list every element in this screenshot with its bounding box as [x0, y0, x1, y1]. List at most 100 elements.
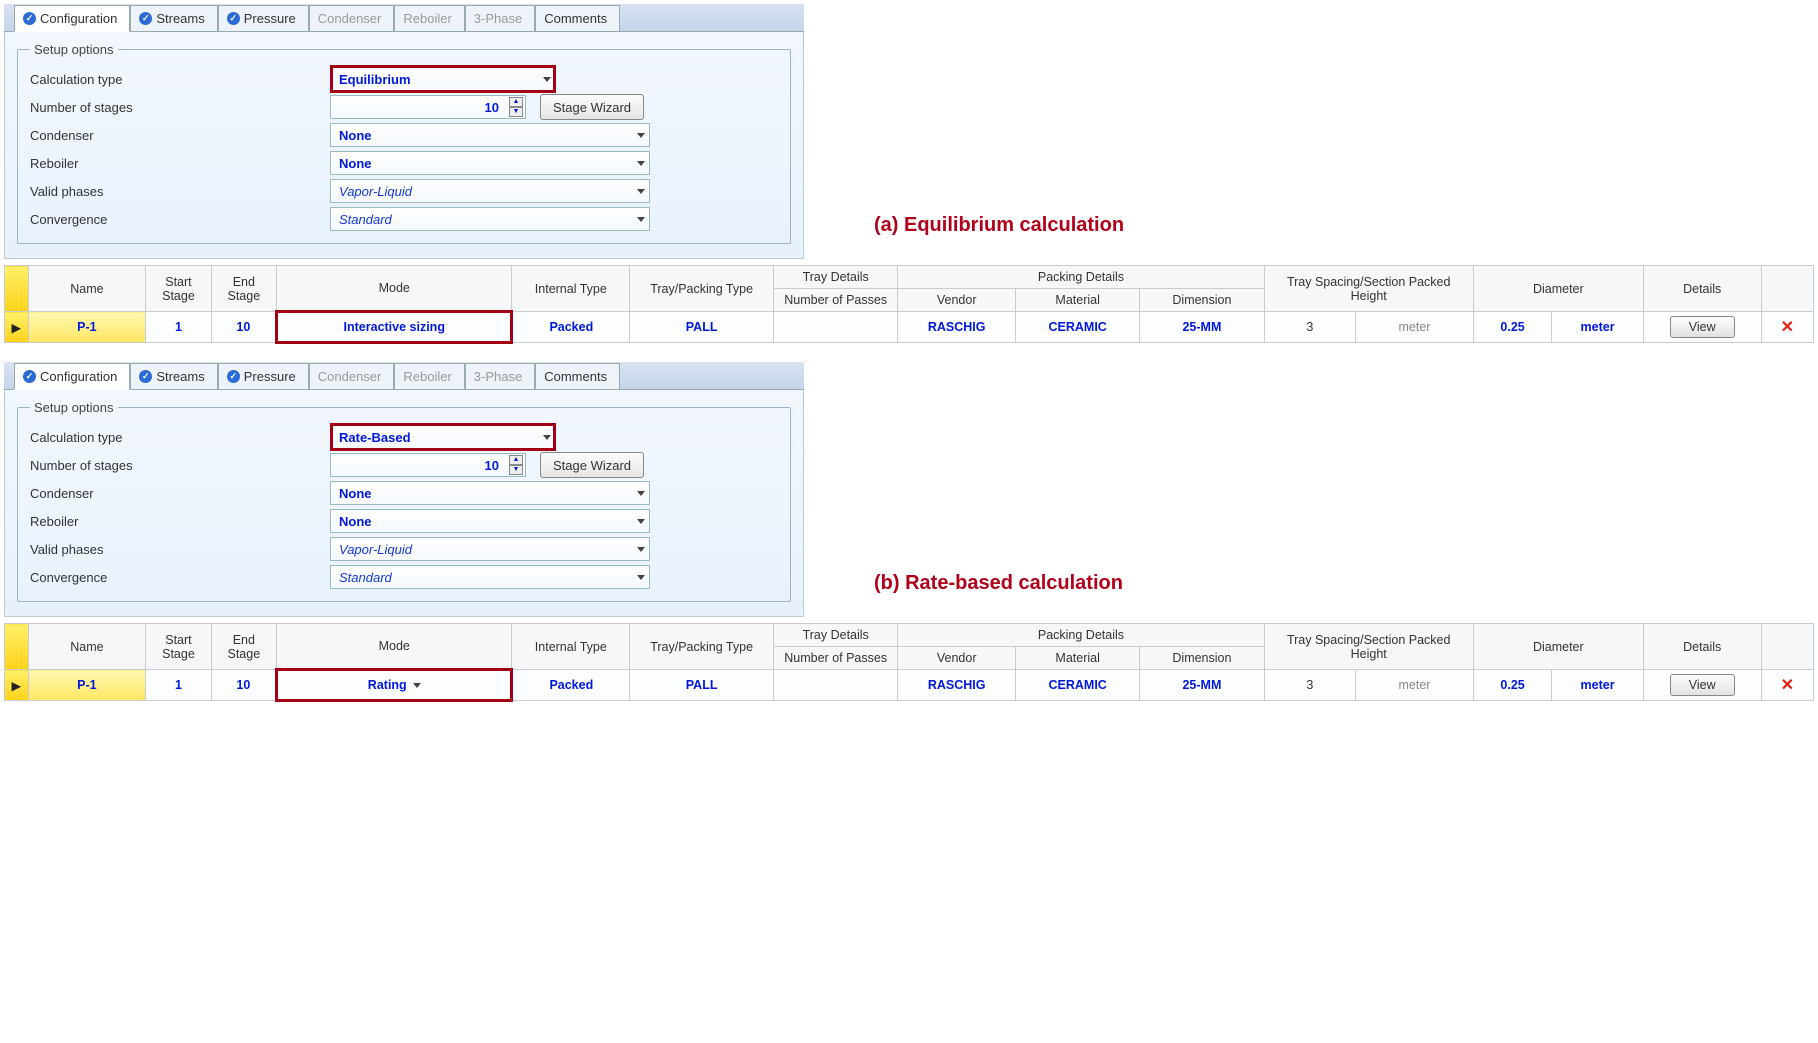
col-delete	[1761, 624, 1813, 670]
tab-configuration[interactable]: ✓Configuration	[14, 363, 130, 390]
col-dimension: Dimension	[1140, 647, 1264, 670]
condenser-dropdown[interactable]: None	[330, 123, 650, 147]
cell-view: View	[1643, 670, 1761, 701]
cell-name[interactable]: P-1	[28, 312, 146, 343]
cell-spacing-unit[interactable]: meter	[1356, 670, 1474, 701]
table-row[interactable]: ▶ P-1 1 10 Interactive sizing Packed PAL…	[5, 312, 1814, 343]
delete-icon[interactable]: ✕	[1781, 319, 1794, 336]
col-spacing: Tray Spacing/Section Packed Height	[1264, 624, 1473, 670]
condenser-label: Condenser	[30, 486, 330, 501]
num-stages-spinner[interactable]: 10 ▲▼	[330, 453, 526, 477]
chevron-down-icon	[637, 519, 645, 524]
row-marker[interactable]: ▶	[5, 670, 29, 701]
chevron-down-icon	[543, 435, 551, 440]
setup-options-group: Setup options Calculation type Equilibri…	[17, 42, 791, 244]
col-end: End Stage	[211, 624, 276, 670]
cell-passes[interactable]	[774, 312, 898, 343]
config-panel: Setup options Calculation type Rate-Base…	[4, 390, 804, 617]
cell-delete: ✕	[1761, 670, 1813, 701]
col-delete	[1761, 266, 1813, 312]
cell-diameter-unit[interactable]: meter	[1552, 312, 1644, 343]
calc-type-dropdown[interactable]: Equilibrium	[330, 65, 556, 93]
cell-material[interactable]: CERAMIC	[1016, 312, 1140, 343]
cell-diameter[interactable]: 0.25	[1473, 312, 1551, 343]
spin-down-icon[interactable]: ▼	[509, 465, 523, 475]
cell-vendor[interactable]: RASCHIG	[898, 312, 1016, 343]
cell-spacing[interactable]: 3	[1264, 312, 1356, 343]
num-stages-label: Number of stages	[30, 458, 330, 473]
internals-grid: Name Start Stage End Stage Mode Internal…	[4, 265, 1814, 344]
chevron-down-icon	[637, 547, 645, 552]
spin-down-icon[interactable]: ▼	[509, 107, 523, 117]
col-dimension: Dimension	[1140, 289, 1264, 312]
tab-condenser: Condenser	[309, 5, 395, 31]
cell-end[interactable]: 10	[211, 670, 276, 701]
cell-material[interactable]: CERAMIC	[1016, 670, 1140, 701]
col-name: Name	[28, 624, 146, 670]
row-marker[interactable]: ▶	[5, 312, 29, 343]
cell-mode[interactable]: Interactive sizing	[277, 312, 512, 343]
tab-reboiler: Reboiler	[394, 363, 464, 389]
tab-comments[interactable]: Comments	[535, 5, 620, 31]
valid-phases-dropdown[interactable]: Vapor-Liquid	[330, 537, 650, 561]
col-mode: Mode	[277, 624, 512, 670]
tab-strip: ✓Configuration ✓Streams ✓Pressure Conden…	[4, 362, 804, 390]
cell-dimension[interactable]: 25-MM	[1140, 312, 1264, 343]
tab-configuration[interactable]: ✓Configuration	[14, 5, 130, 32]
tab-streams[interactable]: ✓Streams	[130, 363, 217, 389]
col-vendor: Vendor	[898, 289, 1016, 312]
col-mode: Mode	[277, 266, 512, 312]
setup-options-group: Setup options Calculation type Rate-Base…	[17, 400, 791, 602]
cell-vendor[interactable]: RASCHIG	[898, 670, 1016, 701]
spin-up-icon[interactable]: ▲	[509, 455, 523, 465]
col-end: End Stage	[211, 266, 276, 312]
condenser-dropdown[interactable]: None	[330, 481, 650, 505]
cell-end[interactable]: 10	[211, 312, 276, 343]
reboiler-dropdown[interactable]: None	[330, 509, 650, 533]
col-tptype: Tray/Packing Type	[630, 624, 774, 670]
tab-streams[interactable]: ✓Streams	[130, 5, 217, 31]
table-row[interactable]: ▶ P-1 1 10 Rating Packed PALL RASCHIG CE…	[5, 670, 1814, 701]
cell-tptype[interactable]: PALL	[630, 670, 774, 701]
cell-diameter[interactable]: 0.25	[1473, 670, 1551, 701]
col-itype: Internal Type	[512, 624, 630, 670]
cell-dimension[interactable]: 25-MM	[1140, 670, 1264, 701]
condenser-label: Condenser	[30, 128, 330, 143]
cell-spacing-unit[interactable]: meter	[1356, 312, 1474, 343]
cell-name[interactable]: P-1	[28, 670, 146, 701]
view-button[interactable]: View	[1670, 316, 1735, 338]
cell-itype[interactable]: Packed	[512, 670, 630, 701]
delete-icon[interactable]: ✕	[1781, 677, 1794, 694]
tab-pressure[interactable]: ✓Pressure	[218, 363, 309, 389]
chevron-down-icon	[637, 133, 645, 138]
valid-phases-dropdown[interactable]: Vapor-Liquid	[330, 179, 650, 203]
stage-wizard-button[interactable]: Stage Wizard	[540, 94, 644, 120]
convergence-label: Convergence	[30, 570, 330, 585]
cell-delete: ✕	[1761, 312, 1813, 343]
cell-itype[interactable]: Packed	[512, 312, 630, 343]
cell-diameter-unit[interactable]: meter	[1552, 670, 1644, 701]
tab-comments[interactable]: Comments	[535, 363, 620, 389]
cell-mode[interactable]: Rating	[277, 670, 512, 701]
section-ratebased: (b) Rate-based calculation ✓Configuratio…	[4, 362, 1814, 702]
col-name: Name	[28, 266, 146, 312]
group-legend: Setup options	[30, 400, 118, 415]
col-tptype: Tray/Packing Type	[630, 266, 774, 312]
cell-tptype[interactable]: PALL	[630, 312, 774, 343]
reboiler-dropdown[interactable]: None	[330, 151, 650, 175]
spin-up-icon[interactable]: ▲	[509, 97, 523, 107]
cell-passes[interactable]	[774, 670, 898, 701]
cell-start[interactable]: 1	[146, 312, 211, 343]
check-icon: ✓	[227, 370, 240, 383]
row-marker-header	[5, 266, 29, 312]
calc-type-dropdown[interactable]: Rate-Based	[330, 423, 556, 451]
cell-start[interactable]: 1	[146, 670, 211, 701]
stage-wizard-button[interactable]: Stage Wizard	[540, 452, 644, 478]
tab-pressure[interactable]: ✓Pressure	[218, 5, 309, 31]
check-icon: ✓	[139, 370, 152, 383]
cell-spacing[interactable]: 3	[1264, 670, 1356, 701]
view-button[interactable]: View	[1670, 674, 1735, 696]
convergence-dropdown[interactable]: Standard	[330, 207, 650, 231]
num-stages-spinner[interactable]: 10 ▲▼	[330, 95, 526, 119]
convergence-dropdown[interactable]: Standard	[330, 565, 650, 589]
